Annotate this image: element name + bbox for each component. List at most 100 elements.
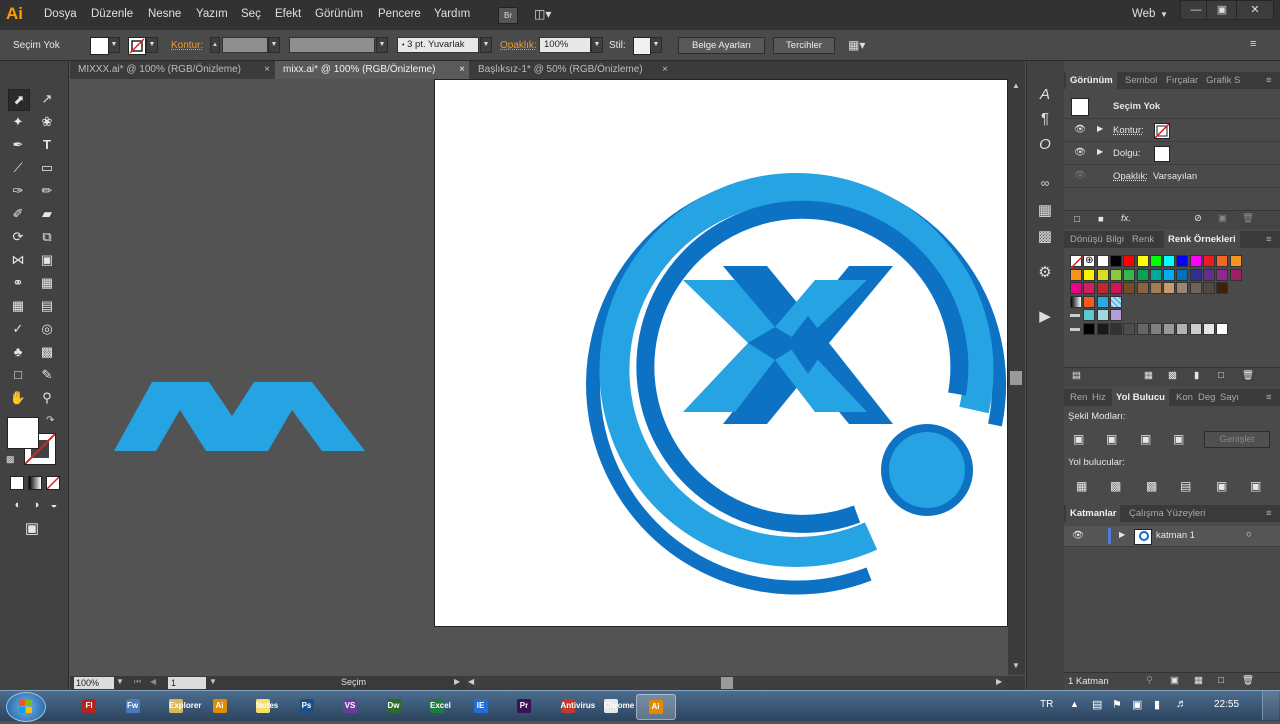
color-swatch[interactable]: [1189, 282, 1202, 294]
taskbar-app-ai[interactable]: Ai: [635, 694, 676, 720]
symbol-sprayer-icon[interactable]: ♣: [8, 342, 28, 362]
tab-mixxx[interactable]: MIXXX.ai* @ 100% (RGB/Önizleme) ×: [70, 61, 274, 79]
merge-icon[interactable]: ▩: [1146, 479, 1157, 493]
tray-arrow-icon[interactable]: ▲: [1070, 699, 1079, 709]
clear-appearance-icon[interactable]: ⊘: [1194, 213, 1202, 224]
tab-appearance[interactable]: Görünüm: [1066, 72, 1117, 89]
taskbar-app-ie[interactable]: IE: [462, 694, 500, 718]
color-swatch[interactable]: [1136, 282, 1149, 294]
color-swatch[interactable]: [1070, 282, 1082, 294]
prev-page-icon[interactable]: ◀: [150, 677, 156, 686]
appearance-opacity-row[interactable]: 👁 Opaklık: Varsayılan: [1064, 165, 1280, 188]
menu-object[interactable]: Nesne: [148, 8, 181, 20]
tab-number[interactable]: Sayı: [1220, 389, 1239, 406]
bridge-button[interactable]: Br: [498, 7, 518, 24]
delete-swatch-icon[interactable]: 🗑: [1242, 370, 1254, 381]
gradient-swatch[interactable]: [1070, 295, 1082, 308]
m-shape-artwork[interactable]: [114, 382, 366, 452]
taskbar-app-ai[interactable]: Ai: [201, 694, 239, 718]
tab-color[interactable]: Renk: [1132, 231, 1154, 248]
magic-wand-icon[interactable]: ✦: [8, 112, 28, 132]
color-swatch[interactable]: [1083, 282, 1096, 294]
color-swatch[interactable]: [1096, 268, 1109, 281]
zoom-level-input[interactable]: 100%: [74, 677, 114, 689]
stroke-dropdown[interactable]: ▼: [146, 37, 158, 53]
swap-fill-stroke-icon[interactable]: ↷: [46, 415, 54, 426]
scroll-right-icon[interactable]: ▶: [996, 677, 1002, 686]
pencil-icon[interactable]: ✏: [37, 181, 57, 201]
draw-behind-icon[interactable]: ◑: [26, 495, 46, 515]
make-clipping-mask-icon[interactable]: ▣: [1170, 675, 1179, 686]
image-trace-icon[interactable]: ▦: [1035, 201, 1055, 221]
scale-tool-icon[interactable]: ⧉: [37, 227, 57, 247]
locate-object-icon[interactable]: ⚲: [1146, 675, 1153, 686]
eyedropper-icon[interactable]: ✓: [8, 319, 28, 339]
variable-width-profile[interactable]: [289, 37, 375, 53]
taskbar-app-ps[interactable]: Ps: [288, 694, 326, 718]
color-swatch[interactable]: [1096, 282, 1109, 294]
none-mode-icon[interactable]: [46, 476, 60, 490]
draw-normal-icon[interactable]: ◐: [8, 495, 28, 515]
layer-target-icon[interactable]: ○: [1246, 529, 1252, 540]
brush-dropdown[interactable]: ▼: [480, 37, 492, 53]
tab-untitled[interactable]: Başlıksız-1* @ 50% (RGB/Önizleme) ×: [470, 61, 672, 79]
opentype-panel-icon[interactable]: O: [1035, 135, 1055, 155]
tab-pathfinder[interactable]: Yol Bulucu: [1112, 389, 1169, 406]
stroke-weight-dropdown[interactable]: ▼: [268, 37, 280, 53]
horizontal-scrollbar[interactable]: ◀ ▶: [466, 677, 1006, 689]
blend-tool-icon[interactable]: ◎: [37, 319, 57, 339]
document-setup-button[interactable]: Belge Ayarları: [678, 37, 765, 54]
opacity-label[interactable]: Opaklık:: [500, 40, 537, 51]
color-swatch[interactable]: [1136, 255, 1149, 267]
artboard-tool-icon[interactable]: □: [8, 365, 28, 385]
taskbar-app-chrome[interactable]: Chrome: [592, 694, 634, 718]
tray-volume-icon[interactable]: ♬: [1176, 698, 1187, 710]
appearance-stroke-row[interactable]: 👁 ▶ Kontur:: [1064, 119, 1280, 142]
registration-swatch[interactable]: ⊕: [1083, 255, 1096, 267]
appearance-fill-row[interactable]: 👁 ▶ Dolgu:: [1064, 142, 1280, 165]
swatch-options-icon[interactable]: ▩: [1168, 370, 1177, 381]
line-tool-icon[interactable]: ⟋: [8, 158, 28, 178]
chevron-down-icon[interactable]: ▼: [1160, 10, 1168, 19]
workspace-switcher[interactable]: Web: [1132, 8, 1155, 20]
color-swatch[interactable]: [1163, 255, 1176, 267]
color-swatch[interactable]: [1109, 322, 1122, 335]
color-swatch[interactable]: [1136, 322, 1149, 335]
color-swatch[interactable]: [1149, 322, 1162, 335]
lasso-icon[interactable]: ❀: [37, 112, 57, 132]
graphic-style-swatch[interactable]: [633, 37, 651, 55]
stroke-none-swatch[interactable]: [1154, 123, 1170, 139]
shape-builder-icon[interactable]: ⚭: [8, 273, 28, 293]
color-swatch[interactable]: [1176, 255, 1189, 267]
color-swatch[interactable]: [1176, 282, 1189, 294]
eraser-icon[interactable]: ▰: [37, 204, 57, 224]
actions-play-icon[interactable]: ▶: [1035, 307, 1055, 327]
new-layer-icon[interactable]: □: [1218, 675, 1224, 686]
color-swatch[interactable]: [1123, 255, 1136, 267]
gradient-tool-icon[interactable]: ▤: [37, 296, 57, 316]
arrange-documents-icon[interactable]: ◫▾: [534, 7, 560, 22]
opacity-dropdown[interactable]: ▼: [591, 37, 603, 53]
color-swatch[interactable]: [1163, 282, 1176, 294]
column-graph-icon[interactable]: ▩: [37, 342, 57, 362]
scroll-thumb[interactable]: [1010, 371, 1022, 385]
color-swatch[interactable]: [1123, 268, 1136, 281]
pen-tool-icon[interactable]: ✒: [8, 135, 28, 155]
stroke-label[interactable]: Kontur:: [1113, 125, 1144, 136]
profile-dropdown[interactable]: ▼: [376, 37, 388, 53]
show-desktop-button[interactable]: [1262, 691, 1279, 720]
layer-row[interactable]: 👁 ▶ katman 1 ○: [1064, 526, 1280, 547]
color-swatch[interactable]: [1216, 282, 1229, 294]
color-swatch[interactable]: [1070, 268, 1082, 281]
tab-transform[interactable]: Dönüşü: [1070, 231, 1103, 248]
swatch-libraries-icon[interactable]: ▤: [1072, 370, 1081, 381]
color-swatch[interactable]: [1123, 282, 1136, 294]
visibility-eye-icon[interactable]: 👁: [1074, 124, 1086, 135]
taskbar-app-fl[interactable]: Fl: [70, 694, 108, 718]
color-swatch[interactable]: [1136, 268, 1149, 281]
brush-definition-select[interactable]: • 3 pt. Yuvarlak: [397, 37, 479, 53]
panel-menu-icon[interactable]: ≡: [1266, 505, 1272, 522]
taskbar-app-excel[interactable]: Excel: [418, 694, 456, 718]
expand-arrow-icon[interactable]: ▶: [1097, 124, 1103, 133]
character-panel-icon[interactable]: A: [1035, 85, 1055, 105]
